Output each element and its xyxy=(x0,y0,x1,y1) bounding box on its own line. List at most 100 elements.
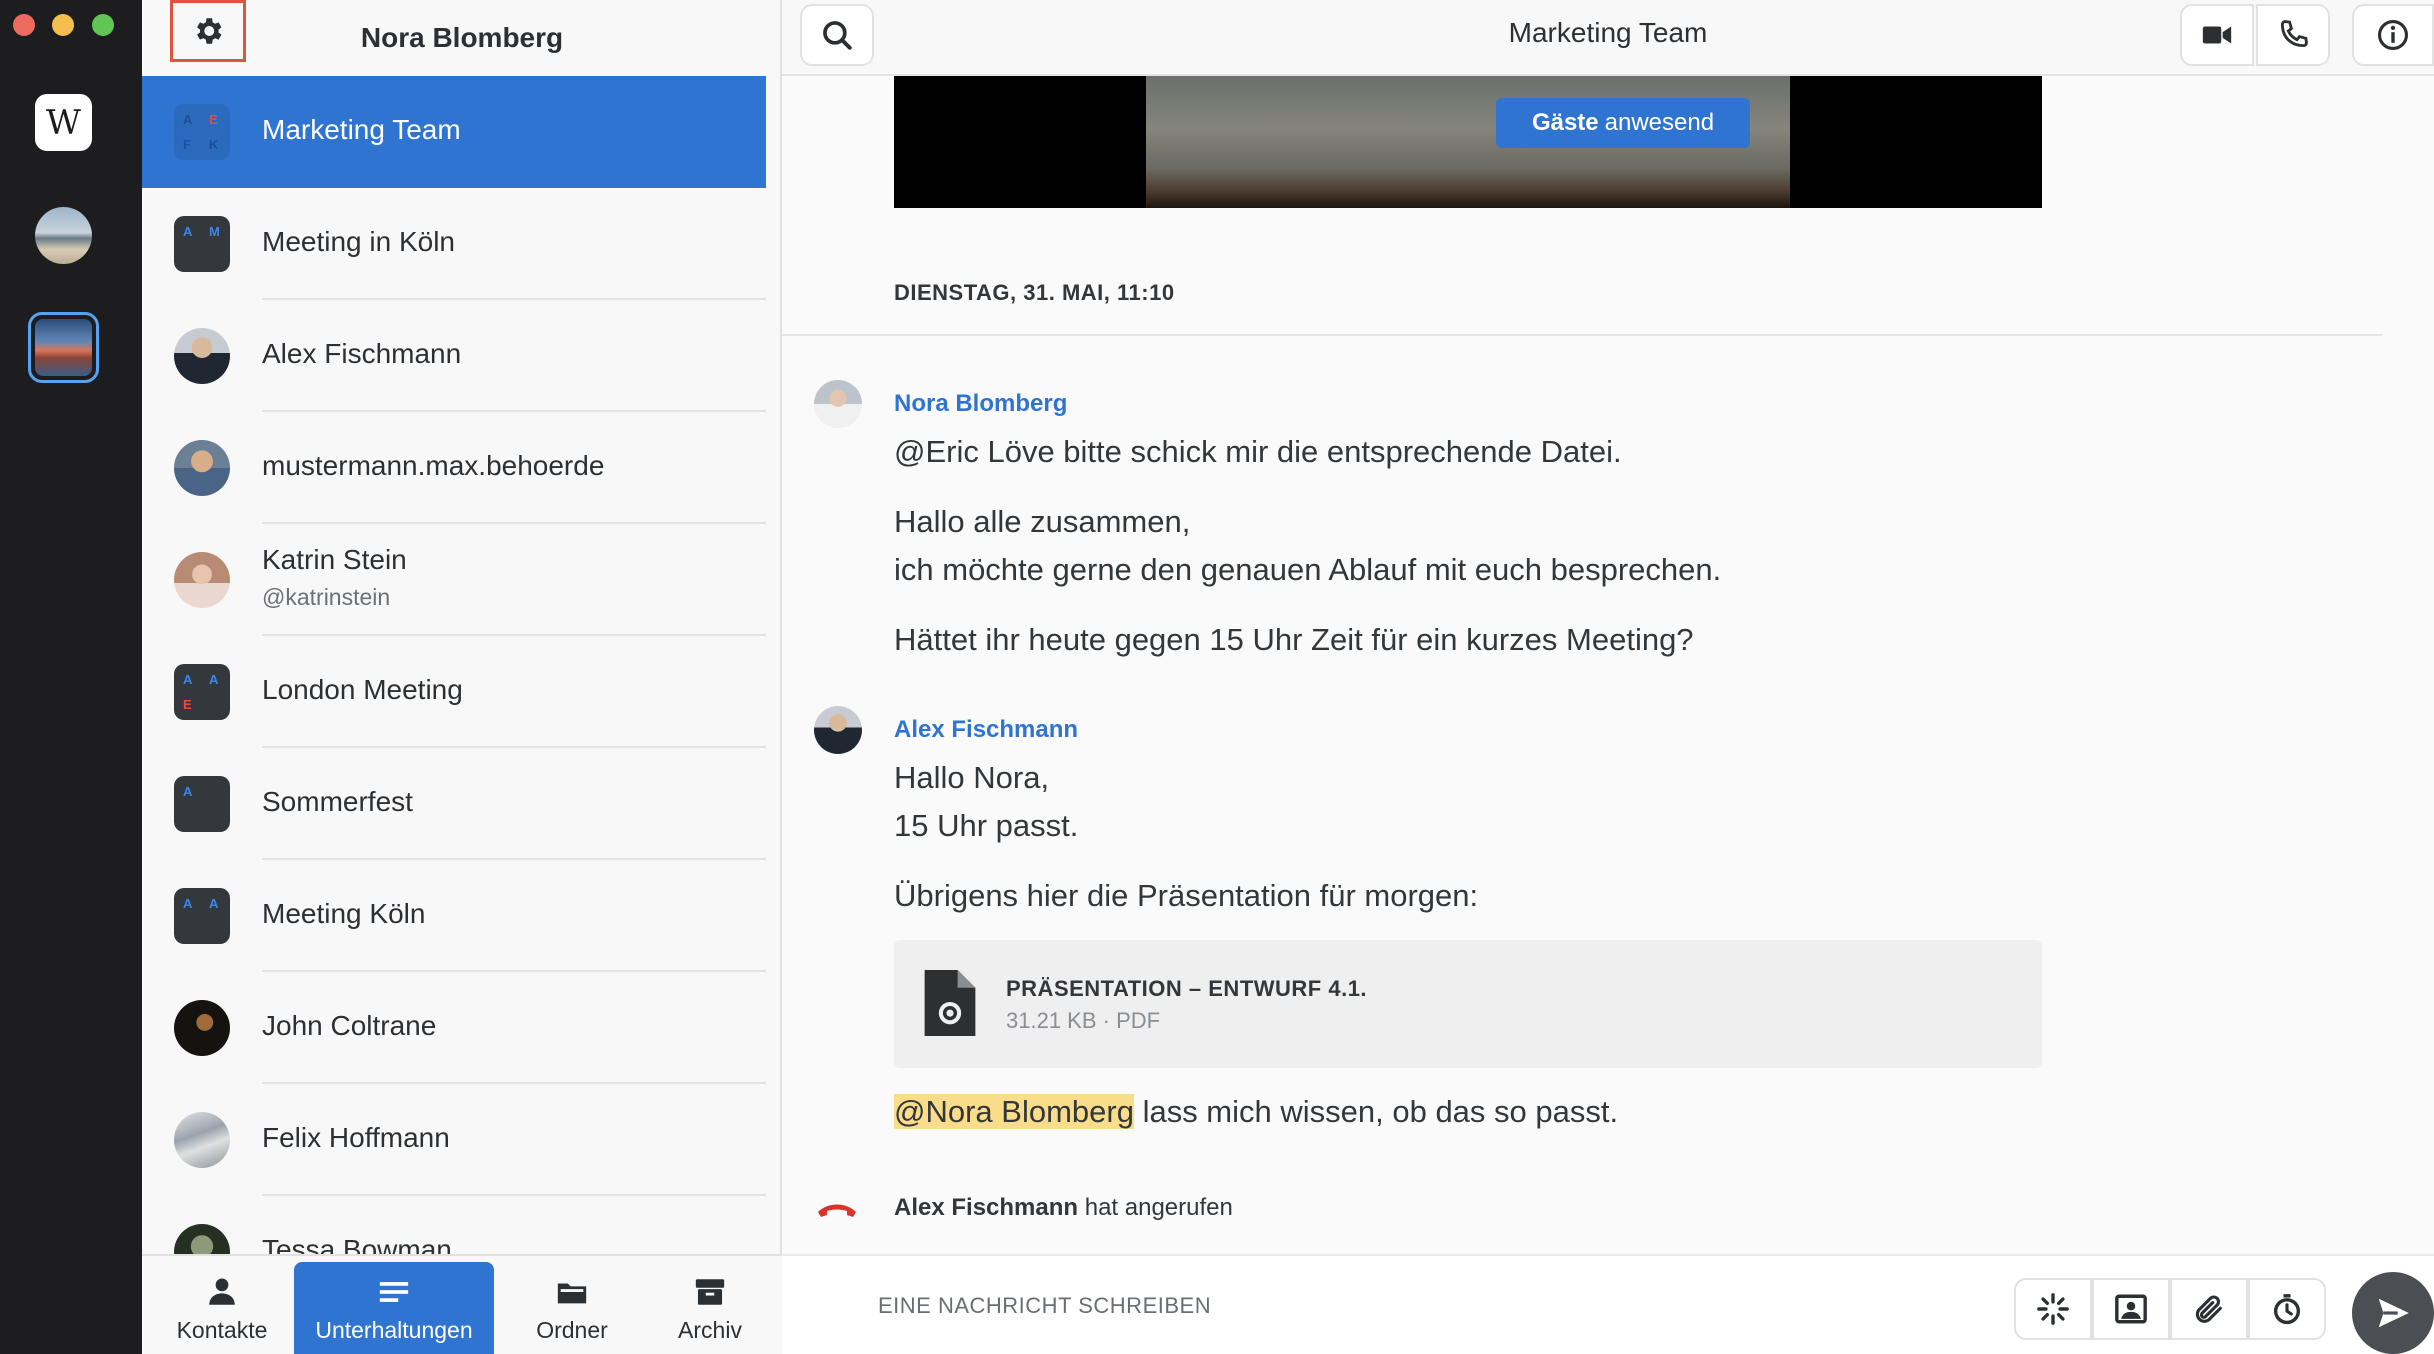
conversation-item-felix-hoffmann[interactable]: Felix Hoffmann xyxy=(142,1084,766,1196)
conversation-item-john-coltrane[interactable]: John Coltrane xyxy=(142,972,766,1084)
divider xyxy=(782,334,2382,336)
avatar xyxy=(174,1224,230,1254)
paperclip-icon xyxy=(2195,1295,2222,1323)
avatar xyxy=(174,440,230,496)
call-event-name: Alex Fischmann xyxy=(894,1194,1079,1221)
nav-label: Ordner xyxy=(536,1317,608,1343)
image-button[interactable] xyxy=(2092,1278,2170,1340)
nav-folders[interactable]: Ordner xyxy=(502,1262,642,1354)
message-text: 15 Uhr passt. xyxy=(894,808,1079,843)
conversation-username: @katrinstein xyxy=(262,584,391,610)
conversation-item-london-meeting[interactable]: A A E London Meeting xyxy=(142,636,766,748)
avatar xyxy=(174,1112,230,1168)
avatar xyxy=(174,328,230,384)
guests-present-badge: Gäste anwesend xyxy=(1496,98,1750,148)
audio-call-button[interactable] xyxy=(2256,4,2330,66)
group-avatar: A M xyxy=(174,216,230,272)
bottom-navigation: Kontakte Unterhaltungen Ordner Archiv xyxy=(142,1254,782,1354)
nav-conversations[interactable]: Unterhaltungen xyxy=(294,1262,494,1354)
conversation-name: Marketing Team xyxy=(262,114,461,145)
message-text: ich möchte gerne den genauen Ablauf mit … xyxy=(894,552,1722,587)
settings-button[interactable] xyxy=(170,0,246,62)
group-initial: A xyxy=(183,784,193,799)
archive-icon xyxy=(695,1279,725,1305)
mention-highlight[interactable]: @Nora Blomberg xyxy=(894,1094,1134,1129)
conversation-header: Marketing Team xyxy=(782,0,2434,76)
nav-label: Archiv xyxy=(678,1317,742,1343)
avatar xyxy=(174,552,230,608)
call-event: Alex Fischmann hat angerufen xyxy=(894,1194,1233,1222)
person-icon xyxy=(209,1278,235,1305)
file-name: PRÄSENTATION – ENTWURF 4.1. xyxy=(1006,976,1368,1001)
message-text: @Eric Löve bitte schick mir die entsprec… xyxy=(894,434,1622,469)
nav-archive[interactable]: Archiv xyxy=(650,1262,770,1354)
conversation-name: Tessa Bowman xyxy=(262,1234,452,1254)
wire-logo-icon: W xyxy=(46,102,81,143)
info-icon xyxy=(2377,19,2409,51)
video-call-button[interactable] xyxy=(2180,4,2254,66)
account-avatar-bridge-active[interactable] xyxy=(28,312,99,383)
search-button[interactable] xyxy=(800,4,874,66)
nav-label: Unterhaltungen xyxy=(315,1317,473,1343)
conversation-item-mustermann[interactable]: mustermann.max.behoerde xyxy=(142,412,766,524)
gif-button[interactable] xyxy=(2014,1278,2092,1340)
missed-call-icon xyxy=(818,1204,856,1217)
message-text: Übrigens hier die Präsentation für morge… xyxy=(894,878,1479,913)
group-initial: K xyxy=(209,137,219,152)
group-avatar: A A E xyxy=(174,664,230,720)
group-initial: A xyxy=(183,112,193,127)
window-minimize-button[interactable] xyxy=(52,14,74,36)
group-avatar: A A xyxy=(174,888,230,944)
account-avatar-beach[interactable] xyxy=(35,207,92,264)
sparkle-icon xyxy=(2037,1293,2069,1325)
conversation-item-meeting-koeln[interactable]: A A Meeting Köln xyxy=(142,860,766,972)
folder-icon xyxy=(557,1283,587,1304)
send-button[interactable] xyxy=(2352,1272,2434,1354)
file-attachment[interactable]: PRÄSENTATION – ENTWURF 4.1. 31.21 KB · P… xyxy=(894,940,2042,1068)
conversation-info-button[interactable] xyxy=(2352,4,2434,66)
sidebar-header: Nora Blomberg xyxy=(142,0,782,76)
conversation-item-marketing-team[interactable]: A E F K Marketing Team xyxy=(142,76,766,188)
window-zoom-button[interactable] xyxy=(92,14,114,36)
message-text: lass mich wissen, ob das so passt. xyxy=(1133,1094,1619,1129)
link-preview-video[interactable]: Gäste anwesend xyxy=(894,76,2042,208)
group-avatar: A E F K xyxy=(174,104,230,160)
timed-message-button[interactable] xyxy=(2248,1278,2326,1340)
avatar[interactable] xyxy=(814,706,862,754)
conversation-item-tessa-bowman[interactable]: Tessa Bowman xyxy=(142,1196,766,1254)
message-sender[interactable]: Nora Blomberg xyxy=(894,390,1067,418)
conversation-sidebar: Nora Blomberg A E F K Marketing Team A M… xyxy=(142,0,782,1354)
avatar xyxy=(174,1000,230,1056)
conversation-name: Katrin Stein xyxy=(262,544,407,575)
window-close-button[interactable] xyxy=(13,14,35,36)
gear-icon xyxy=(197,18,222,44)
conversation-item-alex-fischmann[interactable]: Alex Fischmann xyxy=(142,300,766,412)
group-initial: A xyxy=(183,224,193,239)
group-initial: A xyxy=(183,672,193,687)
group-initial: M xyxy=(209,224,220,239)
group-initial: A xyxy=(209,896,219,911)
conversation-item-meeting-in-koeln[interactable]: A M Meeting in Köln xyxy=(142,188,766,300)
group-initial: E xyxy=(209,112,218,127)
message-text-with-mention: @Nora Blomberg lass mich wissen, ob das … xyxy=(894,1094,1618,1130)
conversation-name: mustermann.max.behoerde xyxy=(262,450,605,481)
nav-contacts[interactable]: Kontakte xyxy=(152,1262,292,1354)
badge-text: anwesend xyxy=(1604,109,1715,136)
conversation-list: A E F K Marketing Team A M Meeting in Kö… xyxy=(142,76,782,1254)
message-input[interactable] xyxy=(878,1278,1778,1334)
account-wire-logo[interactable]: W xyxy=(35,94,92,151)
conversation-item-sommerfest[interactable]: A Sommerfest xyxy=(142,748,766,860)
message-text: Hättet ihr heute gegen 15 Uhr Zeit für e… xyxy=(894,622,1694,657)
conversations-icon xyxy=(379,1282,409,1302)
attach-file-button[interactable] xyxy=(2170,1278,2248,1340)
nav-label: Kontakte xyxy=(176,1317,268,1343)
group-initial: F xyxy=(183,137,191,152)
message-sender[interactable]: Alex Fischmann xyxy=(894,716,1078,744)
group-avatar: A xyxy=(174,776,230,832)
message-text: Hallo Nora, xyxy=(894,760,1050,795)
conversation-name: Meeting in Köln xyxy=(262,226,456,257)
avatar[interactable] xyxy=(814,380,862,428)
conversation-item-katrin-stein[interactable]: Katrin Stein @katrinstein xyxy=(142,524,766,636)
message-composer xyxy=(782,1254,2434,1354)
account-rail: W xyxy=(0,0,142,1354)
